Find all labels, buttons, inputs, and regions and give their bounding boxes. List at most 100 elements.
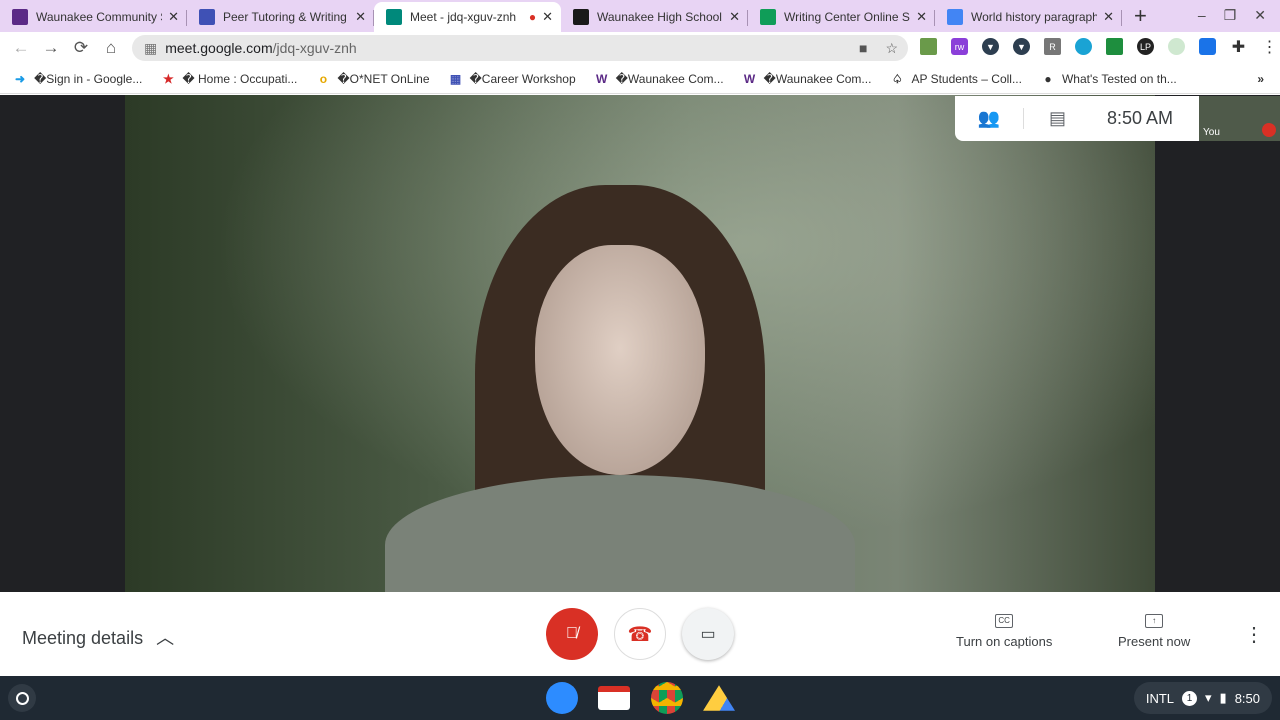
bookmark[interactable]: o �O*NET OnLine (315, 71, 430, 87)
cast-extension-icon[interactable] (1106, 38, 1123, 55)
sign-in-icon: ➜ (14, 71, 26, 86)
globe-icon: ● (1044, 71, 1052, 86)
camera-in-use-icon[interactable]: ■ (859, 40, 867, 57)
self-view-tile[interactable]: You (1199, 96, 1280, 141)
more-bookmarks-icon[interactable]: » (1257, 72, 1264, 86)
extension-icon[interactable]: rw (951, 38, 968, 55)
bookmark[interactable]: W �Waunakee Com... (742, 71, 872, 87)
chrome-app-icon[interactable] (651, 682, 683, 714)
extension-icon[interactable] (920, 38, 937, 55)
extensions: rw ▼ ▼ R LP ✚ ⋮ (920, 38, 1278, 56)
shield-extension-icon[interactable]: ▼ (982, 38, 999, 55)
bookmark[interactable]: ▦ �Career Workshop (448, 71, 576, 87)
meeting-details-button[interactable]: Meeting details ︿ (22, 624, 174, 650)
close-tab-icon[interactable]: ✕ (542, 9, 553, 25)
notification-count: 1 (1182, 690, 1197, 706)
close-window-button[interactable]: ✕ (1254, 7, 1266, 24)
extension-icon[interactable] (1199, 38, 1216, 55)
r-extension-icon[interactable]: R (1044, 38, 1061, 55)
google-sites-icon (199, 9, 215, 25)
bookmark-label: � Home : Occupati... (182, 71, 298, 86)
tab[interactable]: Peer Tutoring & Writing C ✕ (187, 2, 374, 32)
tab[interactable]: Waunakee High School 2 ✕ (561, 2, 748, 32)
tab[interactable]: Waunakee Community S ✕ (0, 2, 187, 32)
present-label: Present now (1118, 634, 1191, 649)
shelf-clock: 8:50 (1234, 690, 1260, 706)
address-bar[interactable]: ▦ meet.google.com/jdq-xguv-znh ■ ☆ (132, 35, 908, 61)
extension-icon[interactable] (1168, 38, 1185, 55)
chat-icon[interactable]: ▤ (1023, 108, 1091, 129)
leave-call-button[interactable]: ☎ (614, 608, 666, 660)
present-icon: ↑ (1145, 614, 1164, 628)
bookmark-star-icon[interactable]: ☆ (885, 40, 898, 57)
bookmark[interactable]: ♤ AP Students – Coll... (889, 71, 1022, 87)
home-button[interactable]: ⌂ (96, 38, 126, 58)
captions-label: Turn on captions (956, 634, 1053, 649)
bookmarks-bar: ➜ �Sign in - Google... ★ � Home : Occupati.… (0, 64, 1280, 94)
waunakee-w-icon (12, 9, 28, 25)
mic-off-icon: 🎙̸ (566, 625, 578, 642)
launcher-button[interactable] (8, 684, 36, 712)
bookmark-label: What's Tested on th... (1061, 71, 1177, 86)
participant-video (125, 95, 1155, 592)
google-sites-icon: ▦ (449, 71, 462, 86)
bookmark[interactable]: ● What's Tested on th... (1040, 71, 1177, 87)
meet-top-bar: 👥 ▤ 8:50 AM (955, 96, 1199, 141)
captions-icon: CC (995, 614, 1014, 628)
minimize-button[interactable]: – (1198, 7, 1206, 24)
waunakee-w-icon: W (743, 71, 756, 86)
close-tab-icon[interactable]: ✕ (1103, 9, 1114, 25)
shield-extension-icon[interactable]: ▼ (1013, 38, 1030, 55)
close-tab-icon[interactable]: ✕ (916, 9, 927, 25)
menu-dots-icon[interactable]: ⋮ (1261, 38, 1278, 56)
tab[interactable]: World history paragraph ✕ (935, 2, 1122, 32)
bookmark[interactable]: ★ � Home : Occupati... (160, 71, 297, 87)
puzzle-extensions-icon[interactable]: ✚ (1230, 38, 1247, 56)
meet-controls: Meeting details ︿ 🎙̸ ☎ ▭ CC Turn on capti… (0, 592, 1280, 676)
meeting-details-label: Meeting details (22, 628, 144, 648)
tab-title: Waunakee Community S (36, 10, 163, 24)
restore-button[interactable]: ❐ (1224, 7, 1237, 24)
more-options-icon[interactable]: ⋮ (1244, 622, 1264, 647)
close-tab-icon[interactable]: ✕ (355, 9, 366, 25)
bookmark[interactable]: W �Waunakee Com... (594, 71, 724, 87)
acorn-icon: ♤ (892, 71, 903, 86)
status-tray[interactable]: INTL 1 ▾ ▮ 8:50 (1133, 682, 1272, 714)
mic-toggle-button[interactable]: 🎙̸ (546, 608, 598, 660)
launcher-icon (15, 691, 29, 705)
site-info-icon[interactable]: ▦ (144, 40, 157, 57)
gmail-app-icon[interactable] (598, 686, 630, 710)
tab[interactable]: Writing Center Online Su ✕ (748, 2, 935, 32)
bookmark-label: �Waunakee Com... (615, 71, 724, 86)
google-drive-app-icon[interactable] (703, 685, 735, 711)
tab-title: Writing Center Online Su (784, 10, 911, 24)
waunakee-w-icon: W (595, 71, 608, 86)
lp-extension-icon[interactable]: LP (1137, 38, 1154, 55)
onet-icon: o (319, 71, 328, 86)
bookmark-label: �Career Workshop (469, 71, 576, 86)
reload-button[interactable]: ⟳ (66, 38, 96, 58)
people-icon[interactable]: 👥 (955, 108, 1023, 129)
hang-up-icon: ☎ (627, 623, 653, 646)
self-label: You (1203, 127, 1220, 138)
present-now-button[interactable]: ↑ Present now (1118, 614, 1190, 649)
url-domain: meet.google.com (165, 40, 273, 56)
camera-icon: ▭ (700, 626, 716, 643)
chevron-up-icon: ︿ (156, 628, 175, 648)
google-meet-icon (386, 9, 402, 25)
forward-button[interactable]: → (36, 38, 66, 58)
extension-icon[interactable] (1075, 38, 1092, 55)
zoom-app-icon[interactable] (546, 682, 578, 714)
captions-button[interactable]: CC Turn on captions (956, 614, 1052, 649)
close-tab-icon[interactable]: ✕ (729, 9, 740, 25)
close-tab-icon[interactable]: ✕ (168, 9, 179, 25)
camera-toggle-button[interactable]: ▭ (682, 608, 734, 660)
new-tab-button[interactable]: + (1134, 3, 1147, 29)
bookmark[interactable]: ➜ �Sign in - Google... (12, 71, 142, 87)
bookmark-label: AP Students – Coll... (911, 71, 1022, 86)
battery-icon: ▮ (1219, 690, 1227, 705)
ime-indicator: INTL (1145, 690, 1174, 706)
back-button[interactable]: ← (6, 38, 36, 58)
tab-title: Meet - jdq-xguv-znh (410, 10, 517, 24)
tab[interactable]: Meet - jdq-xguv-znh ● ✕ (374, 2, 561, 32)
